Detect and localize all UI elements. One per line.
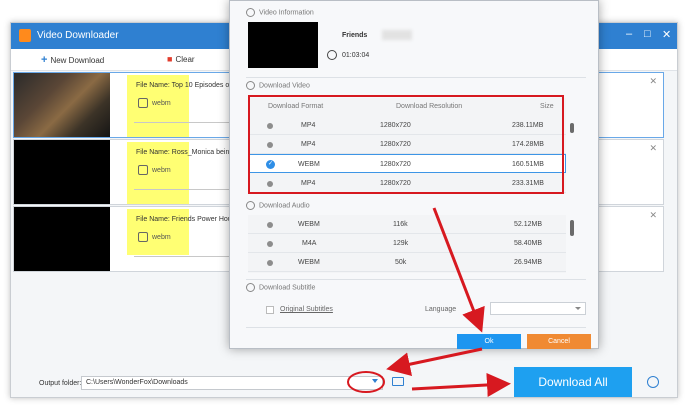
arrow-to-dropdown <box>386 347 483 377</box>
arrow-to-ok <box>432 207 485 333</box>
annotation-circle <box>347 371 385 393</box>
arrow-to-download-all <box>411 372 511 397</box>
annotation-arrows <box>347 207 511 397</box>
